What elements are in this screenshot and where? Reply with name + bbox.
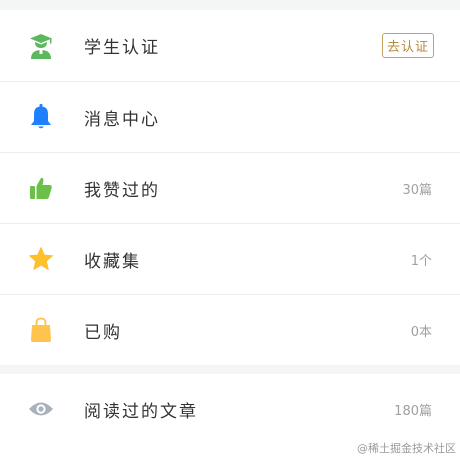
menu-row-label: 已购 — [84, 322, 122, 343]
menu-row-read-articles[interactable]: 阅读过的文章 180篇 — [0, 374, 460, 444]
eye-icon — [28, 396, 54, 422]
menu-group-main: 学生认证 去认证 消息中心 我赞过的 30篇 收藏集 1个 已购 0本 — [0, 10, 460, 365]
collections-count: 1个 — [410, 253, 432, 269]
profile-menu-page: 学生认证 去认证 消息中心 我赞过的 30篇 收藏集 1个 已购 0本 阅读过的… — [0, 0, 460, 460]
menu-row-liked[interactable]: 我赞过的 30篇 — [0, 152, 460, 223]
star-icon — [28, 246, 54, 272]
menu-row-label: 阅读过的文章 — [84, 401, 198, 422]
student-cap-icon — [28, 33, 54, 59]
verify-badge-button[interactable]: 去认证 — [381, 33, 434, 58]
thumbs-up-icon — [28, 175, 54, 201]
menu-row-label: 消息中心 — [84, 109, 160, 130]
watermark: @稀土掘金技术社区 — [357, 442, 456, 455]
purchased-count: 0本 — [410, 324, 432, 340]
menu-row-message-center[interactable]: 消息中心 — [0, 81, 460, 152]
liked-count: 30篇 — [402, 182, 432, 198]
menu-row-label: 收藏集 — [84, 251, 141, 272]
read-articles-count: 180篇 — [394, 403, 432, 419]
shopping-bag-icon — [28, 317, 54, 343]
menu-row-collections[interactable]: 收藏集 1个 — [0, 223, 460, 294]
menu-row-label: 我赞过的 — [84, 180, 160, 201]
menu-row-student-verification[interactable]: 学生认证 去认证 — [0, 10, 460, 81]
menu-row-label: 学生认证 — [84, 38, 160, 58]
bell-icon — [28, 104, 54, 130]
menu-row-purchased[interactable]: 已购 0本 — [0, 294, 460, 365]
